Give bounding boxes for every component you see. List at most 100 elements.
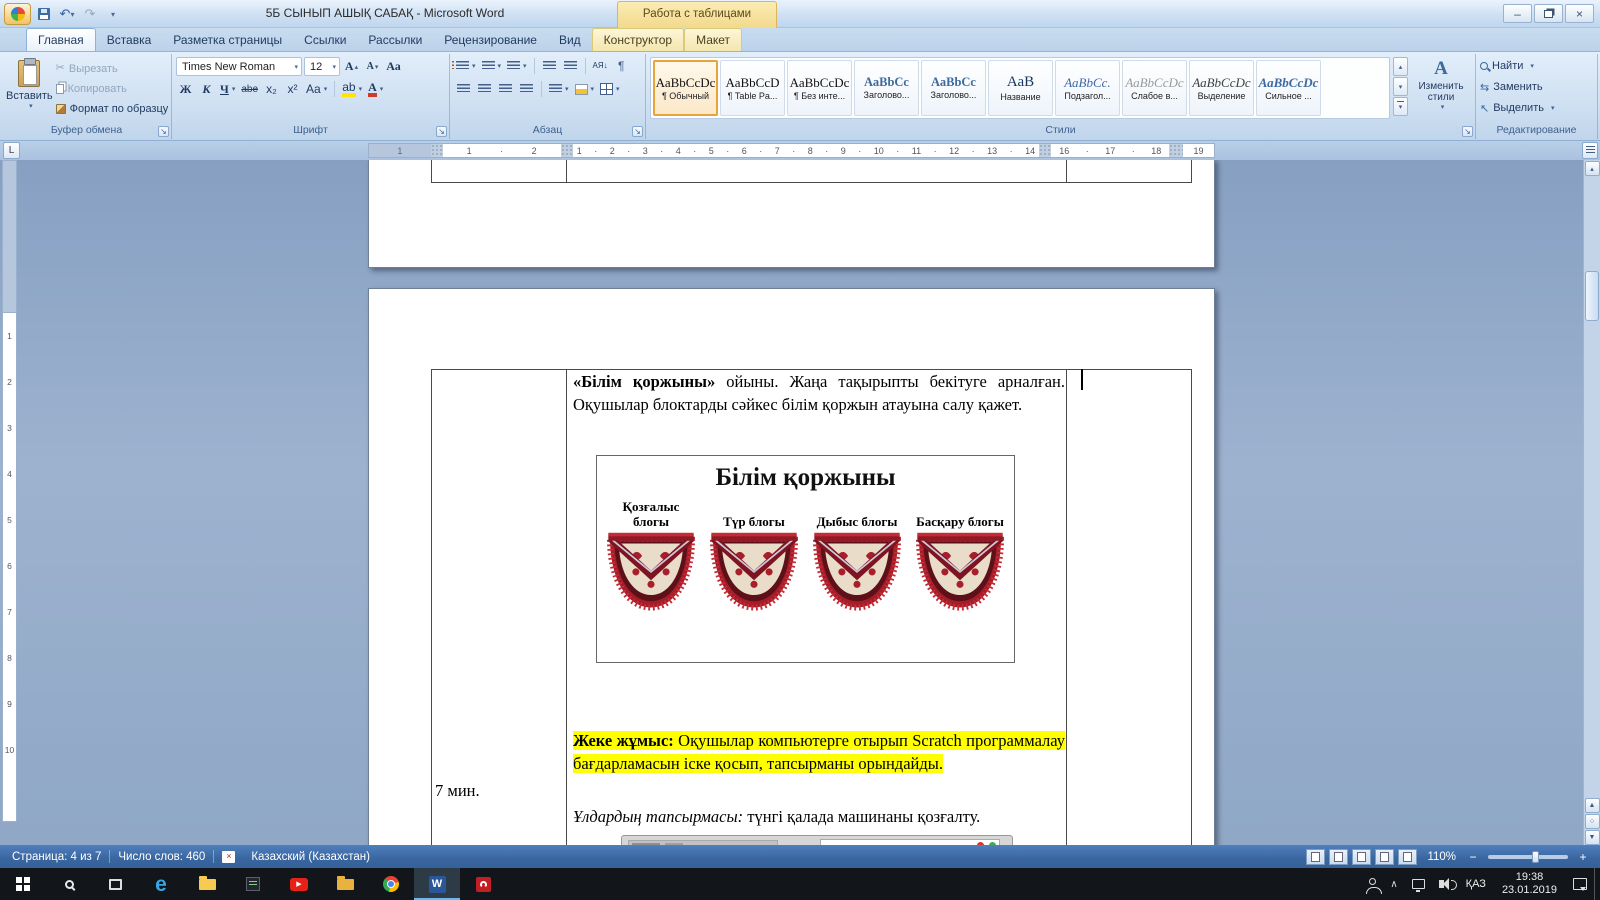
scrollbar-track[interactable] — [1584, 176, 1600, 797]
format-painter-button[interactable]: Формат по образцу — [53, 99, 172, 118]
search-icon[interactable] — [46, 868, 92, 900]
numbering-button[interactable] — [480, 57, 504, 75]
tab-stop-selector[interactable] — [3, 142, 20, 159]
zoom-level[interactable]: 110% — [1421, 851, 1462, 863]
multilevel-list-button[interactable] — [505, 57, 529, 75]
find-button[interactable]: Найти — [1480, 57, 1534, 75]
clock[interactable]: 19:38 23.01.2019 — [1493, 868, 1566, 900]
word-icon[interactable]: W — [414, 868, 460, 900]
select-button[interactable]: ↖ Выделить — [1480, 99, 1554, 117]
folder-icon[interactable] — [322, 868, 368, 900]
page-current[interactable]: «Білім қоржыны» ойыны. Жаңа тақырыпты бе… — [368, 288, 1215, 845]
close-button[interactable]: × — [1565, 4, 1594, 23]
tab-review[interactable]: Рецензирование — [433, 29, 548, 51]
tab-page-layout[interactable]: Разметка страницы — [162, 29, 293, 51]
vertical-scrollbar[interactable]: ▴ ▲ ○ ▼ — [1583, 160, 1600, 845]
cut-button[interactable]: ✂ Вырезать — [53, 59, 172, 78]
replace-button[interactable]: ⇆ Заменить — [1480, 78, 1543, 96]
zoom-out-button[interactable]: − — [1466, 850, 1480, 864]
style-subtle-emphasis[interactable]: АаBbCcDс Слабое в... — [1122, 60, 1187, 116]
copy-button[interactable]: Копировать — [53, 79, 172, 98]
align-center-button[interactable] — [475, 80, 494, 98]
volume-icon[interactable] — [1432, 868, 1459, 900]
youtube-icon[interactable]: ▶ — [276, 868, 322, 900]
style-heading-1[interactable]: АаBbCс Заголово... — [854, 60, 919, 116]
tab-references[interactable]: Ссылки — [293, 29, 357, 51]
keyboard-language-indicator[interactable]: ҚАЗ — [1459, 868, 1493, 900]
horizontal-ruler[interactable]: 1 1 · 2 1 · 2 · 3 · 4 · 5 · 6 · 7 · 8 · … — [368, 143, 1215, 158]
zoom-slider[interactable] — [1488, 850, 1568, 863]
paragraph-dialog-launcher[interactable]: ↘ — [632, 126, 643, 137]
underline-button[interactable]: Ч — [218, 80, 237, 98]
shrink-font-button[interactable]: А ▾ — [363, 58, 382, 76]
clipboard-dialog-launcher[interactable]: ↘ — [158, 126, 169, 137]
office-button[interactable] — [4, 3, 31, 25]
style-heading-2[interactable]: АаBbCc Заголово... — [921, 60, 986, 116]
previous-page-button[interactable]: ▲ — [1584, 798, 1600, 813]
superscript-button[interactable]: x² — [283, 80, 302, 98]
styles-scroll-down-button[interactable]: ▾ — [1393, 77, 1408, 96]
scrollbar-thumb[interactable] — [1585, 271, 1599, 321]
tab-home[interactable]: Главная — [26, 28, 96, 51]
style-subtitle[interactable]: АаBbCс. Подзагол... — [1055, 60, 1120, 116]
align-left-button[interactable] — [454, 80, 473, 98]
task-view-icon[interactable] — [92, 868, 138, 900]
style-emphasis[interactable]: АаBbCcDс Выделение — [1189, 60, 1254, 116]
web-layout-view-button[interactable] — [1352, 848, 1372, 865]
vertical-ruler[interactable]: 1 2 3 4 5 6 7 8 9 10 — [2, 160, 17, 822]
decrease-indent-button[interactable] — [540, 57, 559, 75]
change-case-button[interactable]: Aa — [304, 80, 329, 98]
knowledge-bag-figure[interactable]: Білім қоржыны Қозғалыс блогы Түр блогы Д… — [596, 455, 1015, 663]
network-icon[interactable] — [1405, 868, 1432, 900]
file-explorer-icon[interactable] — [184, 868, 230, 900]
zoom-slider-thumb[interactable] — [1532, 850, 1539, 863]
redo-button[interactable]: ↷ — [80, 4, 100, 24]
paste-button[interactable]: Вставить — [6, 57, 53, 124]
print-layout-view-button[interactable] — [1306, 848, 1326, 865]
proofing-status-button[interactable]: × — [214, 845, 243, 868]
reader-app-icon[interactable] — [460, 868, 506, 900]
outline-view-button[interactable] — [1375, 848, 1395, 865]
italic-button[interactable]: К — [197, 80, 216, 98]
ruler-toggle-button[interactable] — [1582, 142, 1598, 159]
font-color-button[interactable]: А — [366, 80, 385, 98]
ruler-column-marker[interactable] — [1169, 144, 1184, 157]
styles-dialog-launcher[interactable]: ↘ — [1462, 126, 1473, 137]
chrome-icon[interactable] — [368, 868, 414, 900]
change-styles-button[interactable]: А Изменить стили — [1411, 57, 1471, 111]
font-dialog-launcher[interactable]: ↘ — [436, 126, 447, 137]
styles-more-button[interactable]: ▾ — [1393, 97, 1408, 116]
sort-button[interactable]: АЯ↓ — [591, 57, 610, 75]
draft-view-button[interactable] — [1398, 848, 1418, 865]
select-browse-object-button[interactable]: ○ — [1584, 814, 1600, 829]
dark-app-icon[interactable] — [230, 868, 276, 900]
show-paragraph-marks-button[interactable]: ¶ — [612, 57, 631, 75]
text-highlight-button[interactable]: ab — [340, 80, 364, 98]
bold-button[interactable]: Ж — [176, 80, 195, 98]
line-spacing-button[interactable] — [547, 80, 571, 98]
ruler-column-marker[interactable] — [430, 144, 443, 157]
customize-qat-button[interactable]: ▾ — [103, 4, 123, 24]
bullets-button[interactable] — [452, 57, 478, 75]
tab-table-layout[interactable]: Макет — [684, 28, 743, 51]
tab-table-design[interactable]: Конструктор — [591, 28, 685, 51]
ruler-column-marker[interactable] — [1039, 144, 1052, 157]
shading-button[interactable] — [573, 80, 597, 98]
align-right-button[interactable] — [496, 80, 515, 98]
style-table-paragraph[interactable]: АаBbCcD ¶ Table Pa... — [720, 60, 785, 116]
page-number-status[interactable]: Страница: 4 из 7 — [4, 845, 109, 868]
action-center-icon[interactable] — [1566, 868, 1594, 900]
word-count-status[interactable]: Число слов: 460 — [110, 845, 213, 868]
people-icon[interactable] — [1362, 868, 1383, 900]
styles-scroll-up-button[interactable]: ▴ — [1393, 57, 1408, 76]
save-button[interactable] — [34, 4, 54, 24]
minimize-button[interactable]: – — [1503, 4, 1532, 23]
clear-formatting-button[interactable]: Аа — [384, 58, 403, 76]
style-normal[interactable]: АаBbCcDc ¶ Обычный — [653, 60, 718, 116]
increase-indent-button[interactable] — [561, 57, 580, 75]
show-desktop-button[interactable] — [1594, 868, 1600, 900]
style-strong[interactable]: АаBbCcDс Сильное ... — [1256, 60, 1321, 116]
start-button[interactable] — [0, 868, 46, 900]
grow-font-button[interactable]: А ▴ — [342, 58, 361, 76]
font-name-select[interactable]: Times New Roman ▾ — [176, 57, 302, 76]
